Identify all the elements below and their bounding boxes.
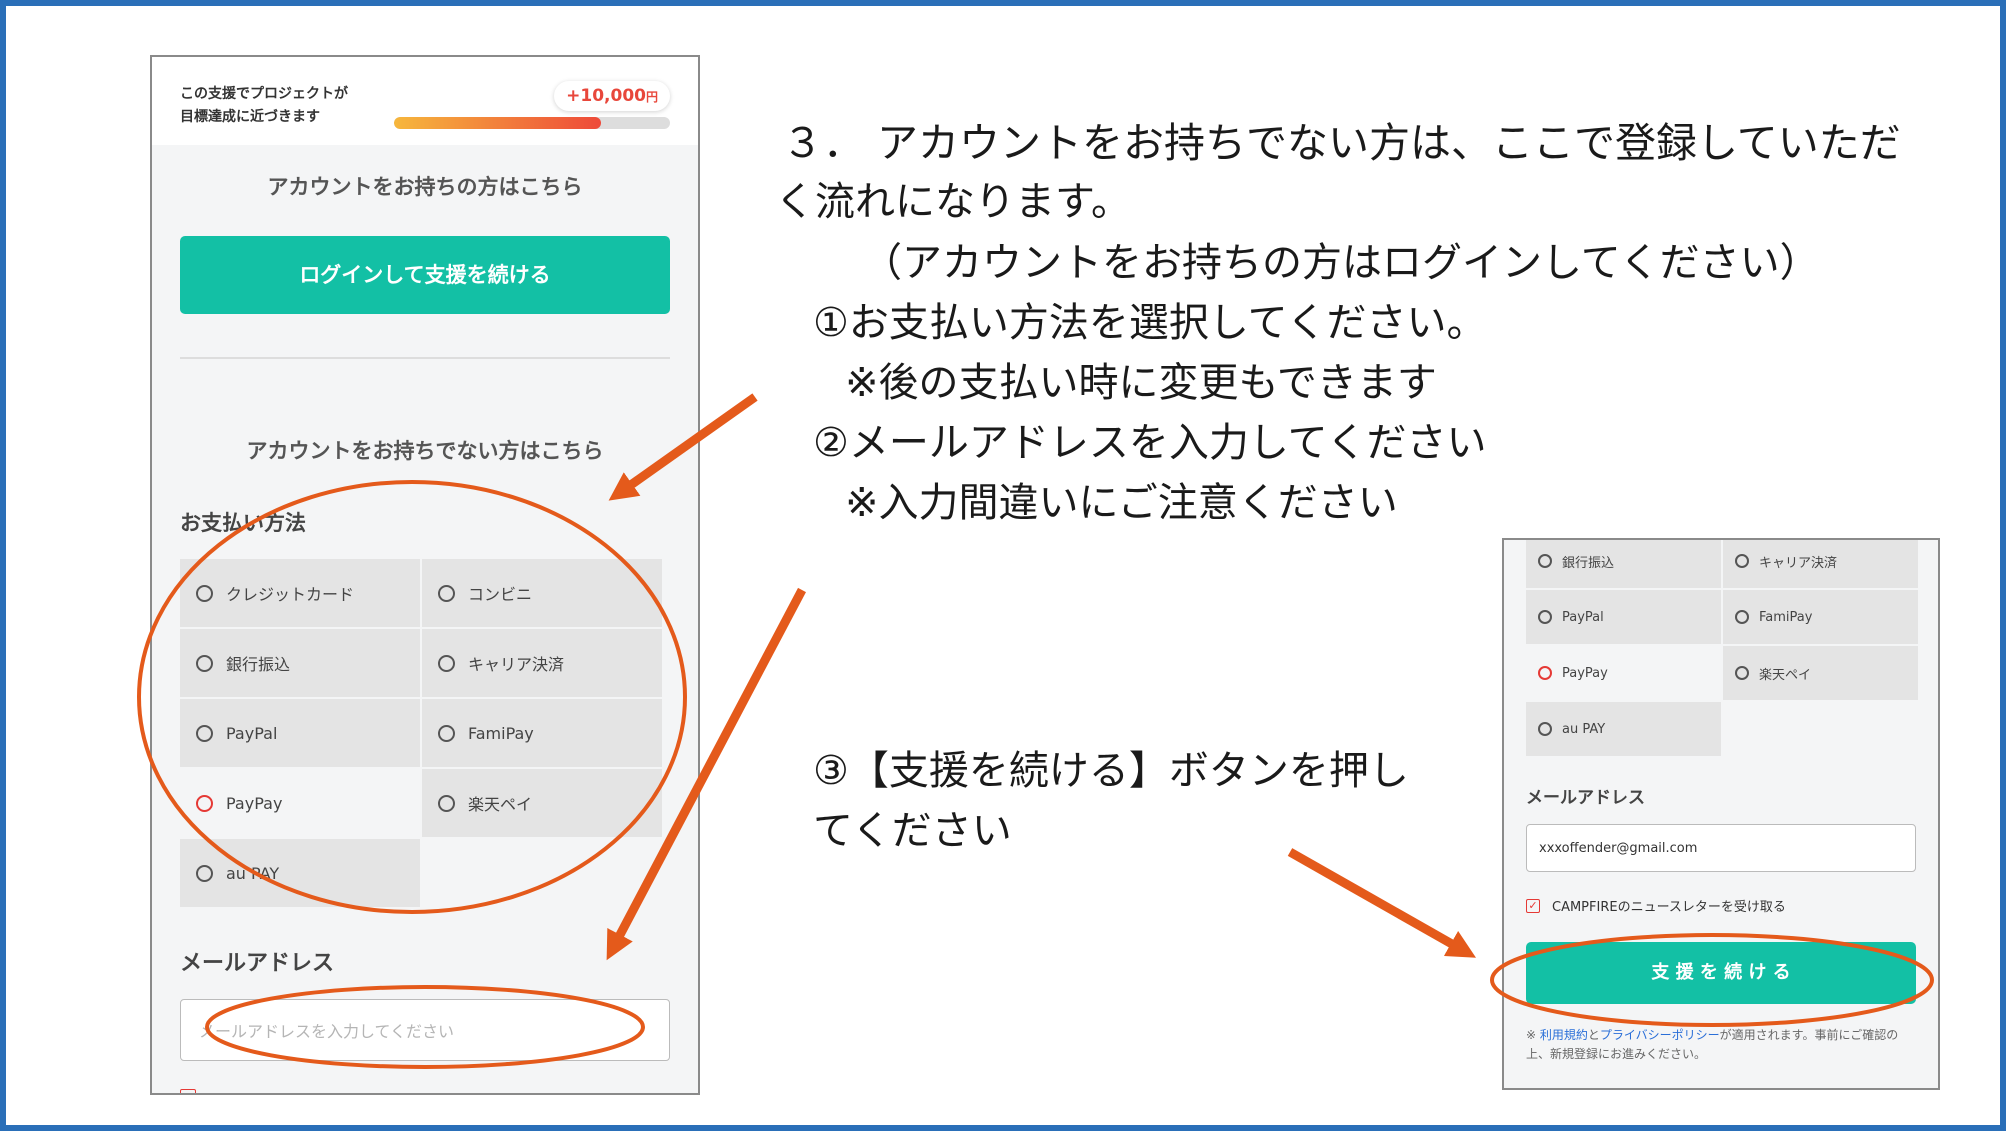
continue-button-highlight [1490,933,1934,1027]
arrow-icon [606,587,806,961]
arrow-icon [1287,848,1477,958]
email-input-highlight [205,985,645,1069]
annotations [137,393,1934,1069]
arrow-icon [608,393,758,501]
payment-options-highlight [137,480,687,914]
